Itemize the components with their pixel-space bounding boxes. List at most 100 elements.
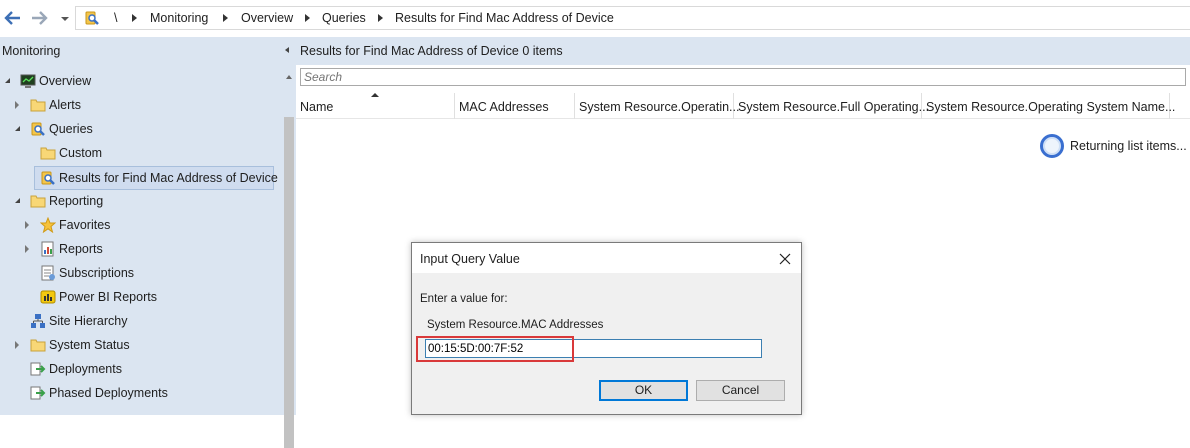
tree-item-label: Queries — [49, 122, 93, 136]
tree-item-label: Phased Deployments — [49, 386, 168, 400]
back-arrow-icon[interactable] — [3, 8, 23, 28]
history-dropdown-icon[interactable] — [58, 8, 72, 28]
dialog-title: Input Query Value — [420, 252, 520, 266]
navigation-scrollbar[interactable] — [283, 70, 296, 448]
breadcrumb-separator[interactable] — [305, 14, 310, 22]
star-icon — [40, 217, 56, 233]
tree-item-results-for-find-mac-address[interactable]: Results for Find Mac Address of Device — [34, 166, 278, 190]
breadcrumb: \ Monitoring Overview Queries Results fo… — [75, 6, 1190, 30]
folder-icon — [40, 147, 56, 160]
expand-arrow-icon[interactable] — [15, 101, 19, 109]
collapse-pane-icon[interactable] — [285, 47, 289, 53]
scroll-up-icon[interactable] — [286, 75, 292, 79]
navigation-pane-header: Monitoring — [0, 37, 296, 64]
column-operating-system-name[interactable]: System Resource.Operating System Name... — [922, 93, 1175, 119]
tree-item-label: Reporting — [49, 194, 104, 208]
results-item-count: 0 items — [522, 44, 563, 58]
breadcrumb-results[interactable]: Results for Find Mac Address of Device — [395, 11, 614, 25]
breadcrumb-monitoring[interactable]: Monitoring — [150, 11, 208, 25]
tree-item-alerts[interactable]: Alerts — [0, 95, 200, 117]
tree-item-custom[interactable]: Custom — [0, 143, 200, 165]
spinner-icon — [1040, 134, 1064, 158]
tree-item-favorites[interactable]: Favorites — [0, 215, 200, 237]
column-label: Name — [300, 100, 334, 114]
results-title-text: Results for Find Mac Address of Device — [300, 44, 519, 58]
tree-item-system-status[interactable]: System Status — [0, 335, 200, 357]
results-header: Results for Find Mac Address of Device 0… — [296, 37, 1190, 65]
subscription-icon — [41, 265, 55, 281]
search-box[interactable] — [300, 68, 1186, 86]
forward-arrow-icon[interactable] — [29, 8, 49, 28]
collapse-arrow-icon[interactable] — [5, 78, 10, 83]
column-header-row: Name MAC Addresses System Resource.Opera… — [296, 93, 1190, 119]
powerbi-icon — [40, 290, 56, 304]
deployment-icon — [30, 362, 46, 376]
column-label: MAC Addresses — [459, 100, 549, 114]
tree-item-power-bi-reports[interactable]: Power BI Reports — [0, 287, 200, 309]
breadcrumb-queries[interactable]: Queries — [322, 11, 366, 25]
overview-icon — [20, 74, 36, 88]
tree-item-deployments[interactable]: Deployments — [0, 359, 200, 381]
query-icon — [31, 122, 45, 136]
collapse-arrow-icon[interactable] — [15, 126, 20, 131]
scrollbar-thumb[interactable] — [284, 117, 294, 448]
column-name[interactable]: Name — [296, 93, 455, 119]
column-label: System Resource.Full Operating... — [738, 100, 930, 114]
tree-item-label: Favorites — [59, 218, 111, 232]
tree-item-label: Deployments — [49, 362, 122, 376]
tree-item-label: System Status — [49, 338, 130, 352]
address-bar: \ Monitoring Overview Queries Results fo… — [0, 0, 1190, 37]
workspace-title: Monitoring — [2, 44, 61, 58]
navigation-pane: Monitoring Overview Alerts Queries Custo… — [0, 37, 296, 448]
dialog-prompt: Enter a value for: — [420, 293, 508, 305]
tree-item-label: Results for Find Mac Address of Device — [59, 171, 278, 185]
tree-item-queries[interactable]: Queries — [0, 119, 200, 141]
breadcrumb-separator[interactable] — [223, 14, 228, 22]
tree-item-phased-deployments[interactable]: Phased Deployments — [0, 383, 200, 405]
query-icon — [41, 171, 55, 185]
report-icon — [41, 241, 54, 257]
collapse-arrow-icon[interactable] — [15, 198, 20, 203]
folder-icon — [30, 195, 46, 208]
input-query-value-dialog: Input Query Value Enter a value for: Sys… — [411, 242, 802, 415]
expand-arrow-icon[interactable] — [25, 221, 29, 229]
tree-item-site-hierarchy[interactable]: Site Hierarchy — [0, 311, 200, 333]
tree-item-label: Subscriptions — [59, 266, 135, 280]
column-mac-addresses[interactable]: MAC Addresses — [455, 93, 575, 119]
query-icon — [85, 11, 99, 25]
search-input[interactable] — [301, 69, 1185, 85]
field-label: System Resource.MAC Addresses — [427, 319, 604, 331]
ok-button[interactable]: OK — [599, 380, 688, 401]
hierarchy-icon — [31, 314, 45, 328]
folder-icon — [30, 339, 46, 352]
column-operating-system[interactable]: System Resource.Operatin... — [575, 93, 739, 119]
breadcrumb-root[interactable]: \ — [114, 11, 117, 25]
breadcrumb-separator[interactable] — [132, 14, 137, 22]
sort-ascending-icon — [371, 93, 379, 97]
tree-item-label: Overview — [39, 74, 92, 88]
breadcrumb-overview[interactable]: Overview — [241, 11, 293, 25]
tree-item-label: Alerts — [49, 98, 81, 112]
column-label: System Resource.Operatin... — [579, 100, 740, 114]
tree-item-label: Site Hierarchy — [49, 314, 128, 328]
tree-item-reports[interactable]: Reports — [0, 239, 200, 261]
value-field[interactable] — [425, 339, 762, 358]
column-full-operating-system[interactable]: System Resource.Full Operating... — [734, 93, 929, 119]
tree-item-label: Reports — [59, 242, 103, 256]
cancel-button[interactable]: Cancel — [696, 380, 785, 401]
breadcrumb-separator[interactable] — [378, 14, 383, 22]
tree-item-reporting[interactable]: Reporting — [0, 191, 200, 213]
tree-item-overview[interactable]: Overview — [0, 71, 200, 93]
close-icon[interactable] — [774, 249, 796, 269]
loading-text: Returning list items... — [1070, 139, 1187, 153]
column-label: System Resource.Operating System Name... — [926, 100, 1176, 114]
expand-arrow-icon[interactable] — [25, 245, 29, 253]
expand-arrow-icon[interactable] — [15, 341, 19, 349]
folder-icon — [30, 99, 46, 112]
deployment-icon — [30, 386, 46, 400]
tree-item-label: Custom — [59, 146, 103, 160]
results-title: Results for Find Mac Address of Device 0… — [300, 44, 563, 58]
dialog-titlebar: Input Query Value — [412, 243, 801, 273]
mac-address-input[interactable] — [426, 340, 761, 357]
tree-item-subscriptions[interactable]: Subscriptions — [0, 263, 200, 285]
